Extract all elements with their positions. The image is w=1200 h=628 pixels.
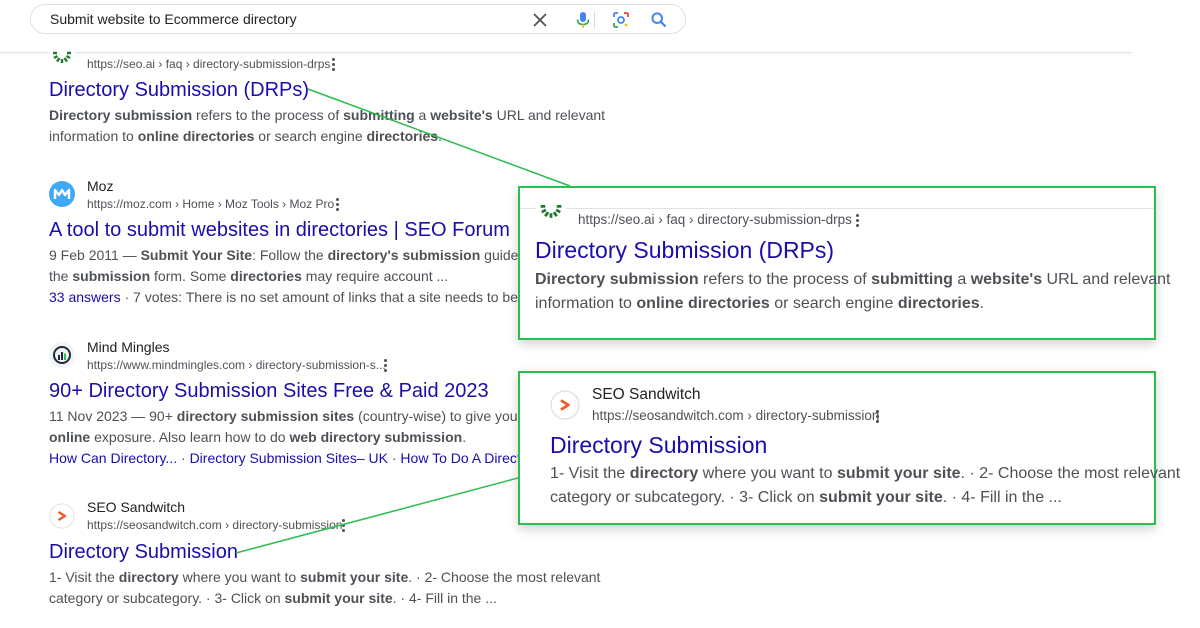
- connector-line-seo-sandwitch: [235, 477, 519, 554]
- connector-lines: [235, 88, 571, 554]
- connector-line-seo-ai: [307, 88, 571, 187]
